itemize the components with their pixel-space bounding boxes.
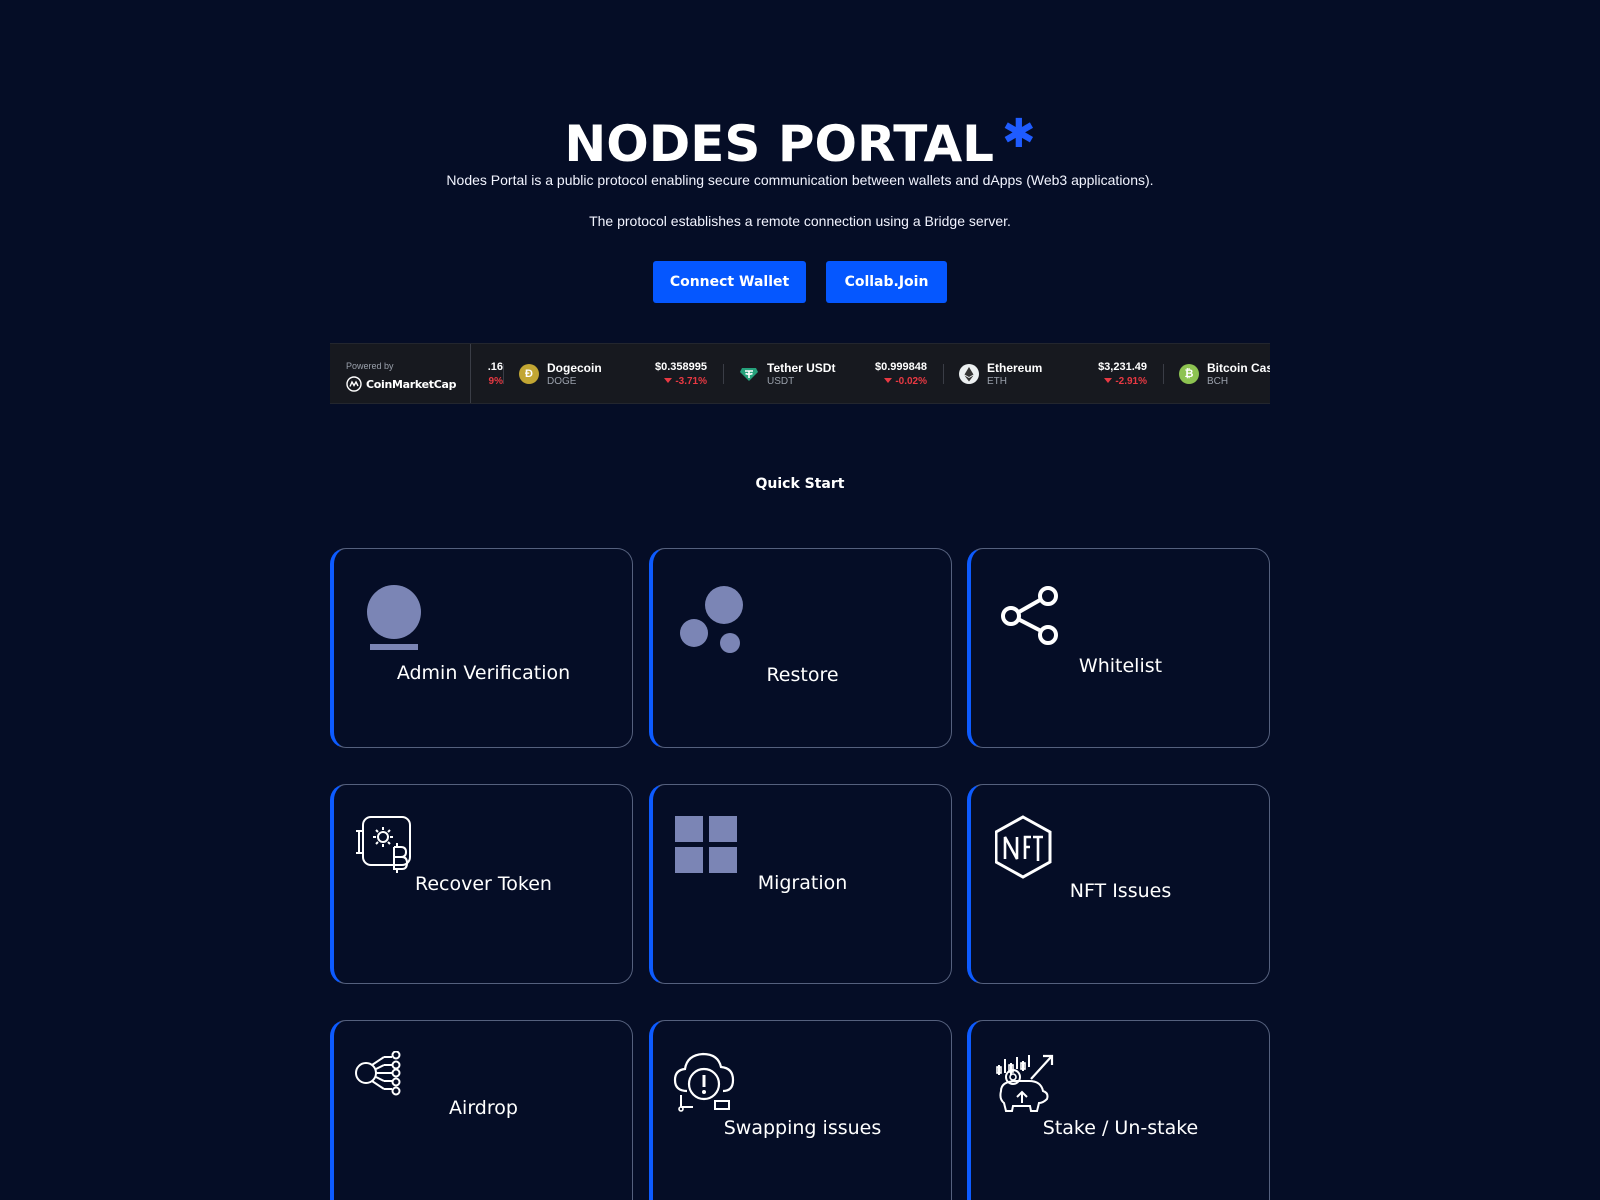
ticker-item-tether[interactable]: Tether USDt USDT $0.999848 -0.02% <box>723 344 943 403</box>
card-label: Stake / Un-stake <box>1042 1117 1199 1139</box>
description-line-2: The protocol establishes a remote connec… <box>589 213 1011 229</box>
coin-price: $0.999848 <box>875 361 927 373</box>
coin-change: -0.02% <box>884 376 927 387</box>
coin-price: $0.358995 <box>655 361 707 373</box>
separator <box>1163 364 1164 384</box>
card-label: Migration <box>757 872 848 894</box>
card-nft-issues[interactable]: NFT Issues <box>967 784 1270 984</box>
separator <box>503 364 504 384</box>
card-recover-token[interactable]: Recover Token <box>330 784 633 984</box>
card-restore[interactable]: Restore <box>649 548 952 748</box>
ticker-item-ethereum[interactable]: Ethereum ETH $3,231.49 -2.91% <box>943 344 1163 403</box>
coin-name: Dogecoin <box>547 361 602 375</box>
connect-wallet-button[interactable]: Connect Wallet <box>653 261 806 303</box>
page-title: NODES PORTAL ✱ <box>564 111 1036 173</box>
separator <box>943 364 944 384</box>
share-icon <box>1001 586 1058 645</box>
coin-symbol: DOGE <box>547 376 577 387</box>
crypto-bitcoin-icon <box>356 816 411 873</box>
coin-symbol: ETH <box>987 376 1007 387</box>
card-label: Whitelist <box>1078 655 1163 677</box>
separator <box>723 364 724 384</box>
down-arrow-icon <box>1104 378 1113 383</box>
quick-start-title: Quick Start <box>755 476 845 492</box>
asterisk-icon: ✱ <box>1002 111 1036 157</box>
card-label: Admin Verification <box>396 662 571 684</box>
tether-icon <box>739 364 759 384</box>
description-line-1: Nodes Portal is a public protocol enabli… <box>446 172 1154 188</box>
card-migration[interactable]: Migration <box>649 784 952 984</box>
coin-price: $3,231.49 <box>1098 361 1147 373</box>
provider-name: CoinMarketCap <box>366 377 457 391</box>
ticker-item-bitcoin-cash[interactable]: ₿ Bitcoin Cash BCH <box>1163 344 1270 403</box>
down-arrow-icon <box>664 378 673 383</box>
piggy-bank-icon <box>996 1054 1054 1112</box>
down-arrow-icon <box>884 378 893 383</box>
card-airdrop[interactable]: Airdrop <box>330 1020 633 1200</box>
powered-by-label: Powered by <box>346 361 394 371</box>
coin-name: Ethereum <box>987 361 1043 375</box>
card-label: Swapping issues <box>723 1117 882 1139</box>
ethereum-icon <box>959 364 979 384</box>
coinmarketcap-icon <box>346 376 362 392</box>
ticker-track: .16 9% Ð Dogecoin DOGE $0.358995 -3.71% … <box>471 344 1270 403</box>
network-icon <box>355 1051 401 1096</box>
card-label: Recover Token <box>415 873 552 895</box>
card-whitelist[interactable]: Whitelist <box>967 548 1270 748</box>
bitcoin-cash-icon: ₿ <box>1179 364 1199 384</box>
price-ticker: Powered by CoinMarketCap .16 9% Ð Dogeco… <box>330 343 1270 404</box>
card-label: Restore <box>766 664 839 686</box>
powered-by-badge[interactable]: Powered by CoinMarketCap <box>330 344 471 403</box>
user-icon <box>367 585 421 650</box>
coin-change: -3.71% <box>664 376 707 387</box>
collab-join-button[interactable]: Collab.Join <box>826 261 947 303</box>
card-label: Airdrop <box>449 1097 518 1119</box>
ticker-item-partial[interactable]: .16 9% <box>471 344 503 403</box>
coinmarketcap-logo: CoinMarketCap <box>346 376 457 392</box>
nft-icon <box>995 815 1052 879</box>
card-admin-verification[interactable]: Admin Verification <box>330 548 633 748</box>
bubbles-icon <box>680 586 743 653</box>
doge-icon: Ð <box>519 364 539 384</box>
cloud-alert-icon <box>673 1052 735 1112</box>
coin-change: 9% <box>488 376 503 387</box>
ticker-item-dogecoin[interactable]: Ð Dogecoin DOGE $0.358995 -3.71% <box>503 344 723 403</box>
coin-name: Bitcoin Cash <box>1207 361 1270 375</box>
coin-change: -2.91% <box>1104 376 1147 387</box>
card-label: NFT Issues <box>1069 880 1172 902</box>
grid-icon <box>675 816 737 873</box>
coin-symbol: USDT <box>767 376 795 387</box>
card-swapping-issues[interactable]: Swapping issues <box>649 1020 952 1200</box>
coin-price: .16 <box>487 361 503 373</box>
coin-name: Tether USDt <box>767 361 836 375</box>
coin-symbol: BCH <box>1207 376 1229 387</box>
card-stake-unstake[interactable]: Stake / Un-stake <box>967 1020 1270 1200</box>
